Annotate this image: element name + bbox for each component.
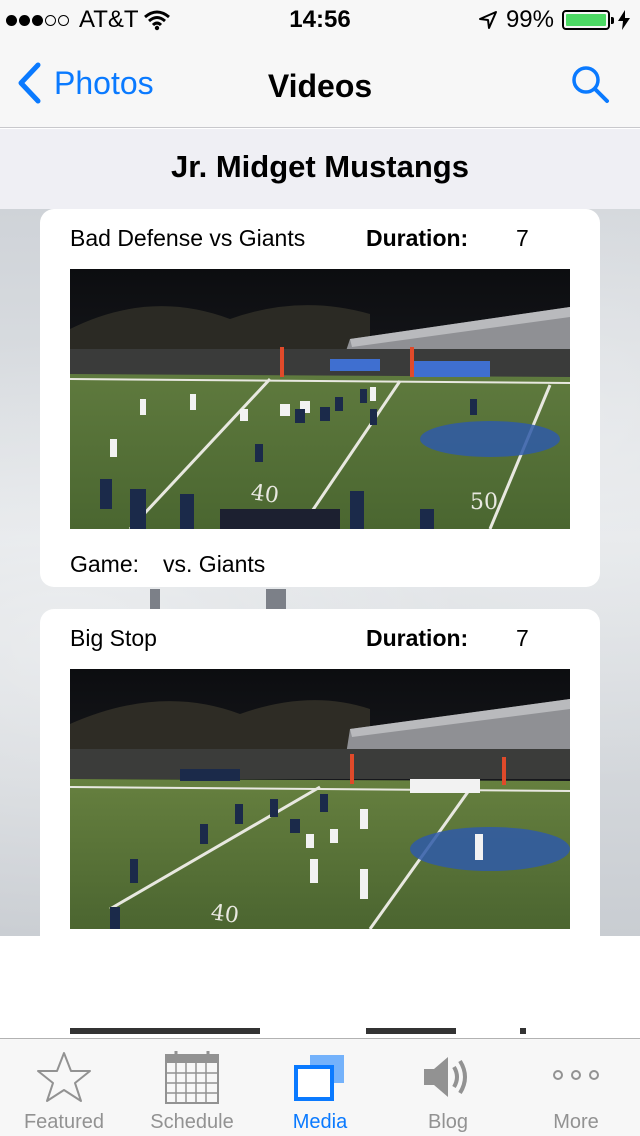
video-list[interactable]: Bad Defense vs Giants Duration: 7 40 50 … xyxy=(0,209,640,936)
duration-value: 7 xyxy=(516,225,529,251)
game-info: Game: vs. Giants xyxy=(70,551,265,578)
duration-label: Duration: xyxy=(366,225,469,251)
calendar-icon xyxy=(165,1051,219,1104)
video-thumbnail[interactable]: 40 xyxy=(70,669,570,929)
section-header: Jr. Midget Mustangs xyxy=(0,129,640,209)
svg-text:40: 40 xyxy=(209,900,240,929)
tab-label: Featured xyxy=(23,1111,105,1133)
duration-label: Duration: xyxy=(366,625,469,651)
video-thumbnail[interactable]: 40 50 xyxy=(70,269,570,529)
tab-blog[interactable]: Blog xyxy=(384,1039,512,1136)
tab-featured[interactable]: Featured xyxy=(0,1039,128,1136)
tab-label: Media xyxy=(292,1111,348,1133)
page-title: Videos xyxy=(267,68,373,104)
media-icon xyxy=(294,1055,344,1101)
location-arrow-icon xyxy=(478,11,497,29)
list-bottom-gap xyxy=(0,936,640,1038)
star-icon xyxy=(37,1052,91,1102)
tab-label: Blog xyxy=(427,1111,469,1133)
tab-bar: Featured Schedule Media Blog More xyxy=(0,1038,640,1136)
speaker-icon xyxy=(424,1057,467,1097)
video-card[interactable]: Big Stop Duration: 7 40 xyxy=(40,609,600,936)
more-dots-icon xyxy=(553,1070,599,1080)
tab-media[interactable]: Media xyxy=(256,1039,384,1136)
svg-text:50: 50 xyxy=(470,490,498,515)
clipped-row-text xyxy=(70,1028,570,1038)
status-bar: AT&T 14:56 99% xyxy=(0,0,640,40)
tab-label: More xyxy=(553,1111,599,1133)
svg-text:40: 40 xyxy=(249,480,280,509)
charging-bolt-icon xyxy=(618,10,630,30)
battery-percent: 99% xyxy=(505,6,554,33)
tab-label: Schedule xyxy=(150,1111,234,1133)
game-value: vs. Giants xyxy=(163,551,266,577)
navigation-bar: Photos Videos xyxy=(0,40,640,128)
tab-more[interactable]: More xyxy=(512,1039,640,1136)
video-card[interactable]: Bad Defense vs Giants Duration: 7 40 50 … xyxy=(40,209,600,587)
tab-schedule[interactable]: Schedule xyxy=(128,1039,256,1136)
battery-icon xyxy=(562,10,614,30)
video-title: Big Stop xyxy=(70,625,157,651)
duration-value: 7 xyxy=(516,625,529,651)
game-label: Game: xyxy=(70,551,140,577)
status-right: 99% xyxy=(478,6,630,34)
search-icon[interactable] xyxy=(570,64,610,104)
video-title: Bad Defense vs Giants xyxy=(70,225,306,251)
